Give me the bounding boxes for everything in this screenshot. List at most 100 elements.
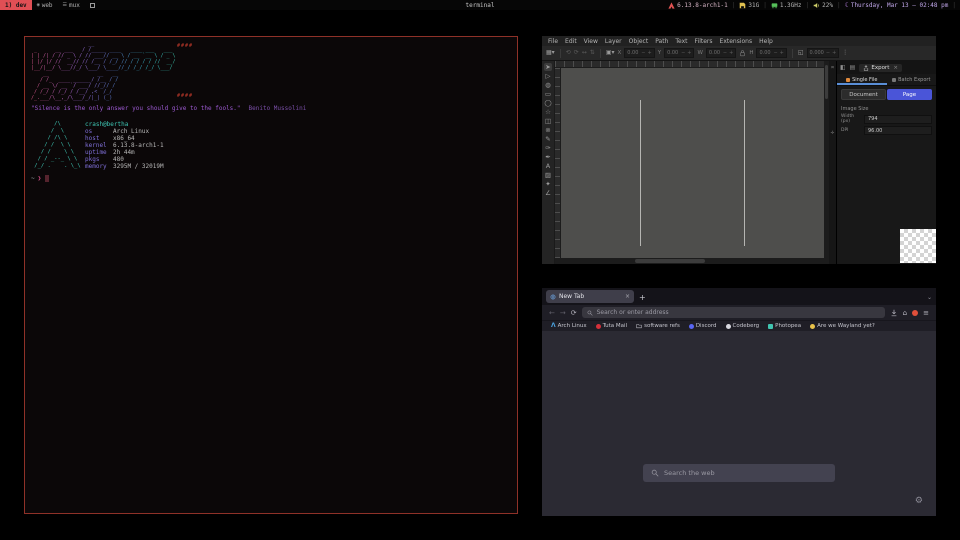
menu-item-edit[interactable]: Edit (565, 38, 577, 45)
shell-prompt[interactable]: ~ ❯ (31, 175, 49, 182)
scrollbar-thumb[interactable] (635, 259, 705, 263)
extra-field[interactable]: 0.000−+ (807, 48, 840, 58)
overflow-menu-icon[interactable]: ⋮ (842, 50, 848, 56)
workspace-scratchpad[interactable] (85, 0, 100, 10)
selector-tool[interactable]: ➤ (544, 63, 551, 71)
bookmark-discord[interactable]: Discord (689, 323, 717, 329)
menu-item-help[interactable]: Help (759, 38, 773, 45)
menu-item-file[interactable]: File (548, 38, 558, 45)
terminal-window[interactable]: __ _ __ ___ / /_____ ____ ____ ___ ___ |… (24, 36, 518, 514)
w-field[interactable]: 0.00−+ (706, 48, 736, 58)
tab-new-tab[interactable]: New Tab × (546, 290, 634, 303)
increment-button[interactable]: + (729, 50, 733, 56)
ellipse-tool[interactable]: ◯ (544, 99, 551, 107)
bookmark-codeberg[interactable]: Codeberg (726, 323, 760, 329)
star-tool[interactable]: ☆ (545, 108, 551, 116)
back-button[interactable]: ← (549, 309, 555, 317)
menu-item-view[interactable]: View (584, 38, 598, 45)
tab-single-file[interactable]: Single File (837, 74, 887, 85)
decrement-button[interactable]: − (641, 50, 645, 56)
export-dock-tab[interactable]: Export × (859, 64, 902, 72)
horizontal-scrollbar[interactable] (555, 258, 824, 264)
x-field[interactable]: 0.00−+ (624, 48, 654, 58)
text-tool[interactable]: A (546, 162, 550, 170)
dropper-tool[interactable]: ✦ (545, 180, 550, 188)
extension-icon[interactable] (912, 310, 918, 316)
menu-item-filters[interactable]: Filters (695, 38, 713, 45)
pen-tool[interactable]: ✑ (545, 144, 550, 152)
flip-horizontal-icon[interactable]: ↔ (582, 50, 587, 56)
snap-options-icon[interactable]: ✛ (831, 131, 835, 136)
separator: | (952, 2, 956, 9)
decrement-button[interactable]: − (723, 50, 727, 56)
bookmark-photopea[interactable]: Photopea (768, 323, 801, 329)
close-icon[interactable]: × (893, 65, 898, 71)
box-3d-tool[interactable]: ◫ (545, 117, 551, 125)
vertical-scrollbar[interactable] (824, 61, 829, 264)
status-modules: 6.13.8-arch1-1 | 31G | 1.3GHz | 22% | ☾ … (668, 2, 960, 9)
all-tabs-chevron-icon[interactable]: ⌄ (927, 294, 932, 301)
selection-mode-dropdown-icon[interactable]: ▦▾ (546, 50, 555, 56)
forward-button[interactable]: → (560, 309, 566, 317)
menu-item-text[interactable]: Text (675, 38, 687, 45)
rotate-ccw-icon[interactable]: ⟲ (566, 50, 571, 56)
bookmark-arch-linux[interactable]: ΛArch Linux (551, 323, 587, 329)
horizontal-ruler[interactable] (555, 61, 824, 68)
menu-icon[interactable]: ≡ (923, 309, 929, 317)
rectangle-tool[interactable]: ▭ (545, 90, 551, 98)
scrollbar-thumb[interactable] (825, 65, 828, 99)
menu-item-object[interactable]: Object (629, 38, 649, 45)
dpi-input[interactable]: 96.00 (864, 126, 932, 135)
document-button[interactable]: Document (841, 89, 886, 100)
layers-dock-icon[interactable]: ▤ (850, 64, 856, 71)
h-field[interactable]: 0.00−+ (756, 48, 786, 58)
rotate-cw-icon[interactable]: ⟳ (574, 50, 579, 56)
menubar: File Edit View Layer Object Path Text Fi… (542, 36, 936, 46)
node-editor-tool[interactable]: ▷ (546, 72, 551, 80)
clock-module: ☾ Thursday, Mar 13 — 02:48 pm (845, 2, 949, 9)
spiral-tool[interactable]: ⊚ (545, 126, 550, 134)
page-button[interactable]: Page (887, 89, 932, 100)
decrement-button[interactable]: − (681, 50, 685, 56)
calligraphy-tool[interactable]: ✒ (545, 153, 550, 161)
new-tab-button[interactable]: + (639, 293, 646, 302)
increment-button[interactable]: + (780, 50, 784, 56)
decrement-button[interactable]: − (773, 50, 777, 56)
pencil-tool[interactable]: ✎ (545, 135, 550, 143)
shape-builder-tool[interactable]: ◍ (545, 81, 551, 89)
web-search-input[interactable]: Search the web (643, 464, 835, 482)
h-value: 0.00 (759, 50, 771, 56)
width-input[interactable]: 794 (864, 115, 932, 124)
workspace-dev[interactable]: 1) dev (0, 0, 32, 10)
bookmark-are-we-wayland-yet[interactable]: Are we Wayland yet? (810, 323, 875, 329)
fetch-label: kernel (85, 142, 113, 149)
snap-icon[interactable]: ⌗ (831, 65, 834, 71)
home-icon[interactable]: ⌂ (903, 309, 907, 317)
increment-button[interactable]: + (687, 50, 691, 56)
workspace-mux[interactable]: ☰mux (58, 0, 85, 10)
fill-stroke-dock-icon[interactable]: ◧ (840, 64, 846, 71)
measure-tool[interactable]: ∠ (545, 189, 551, 197)
settings-gear-icon[interactable]: ⚙ (915, 497, 923, 506)
menu-item-extensions[interactable]: Extensions (720, 38, 753, 45)
bookmark-tuta-mail[interactable]: Tuta Mail (596, 323, 627, 329)
menu-item-layer[interactable]: Layer (605, 38, 622, 45)
tab-close-icon[interactable]: × (625, 293, 630, 300)
tab-batch-export[interactable]: Batch Export (887, 74, 937, 85)
reload-button[interactable]: ⟳ (571, 309, 577, 317)
increment-button[interactable]: + (832, 50, 836, 56)
increment-button[interactable]: + (647, 50, 651, 56)
decrement-button[interactable]: − (826, 50, 830, 56)
lock-ratio-icon[interactable] (739, 49, 746, 57)
address-bar[interactable]: Search or enter address (582, 307, 885, 318)
bbox-dropdown-icon[interactable]: ▣▾ (606, 50, 615, 56)
scale-corners-icon[interactable]: ◱ (798, 50, 804, 56)
workspace-web[interactable]: ◉web (32, 0, 58, 10)
drawing-canvas[interactable] (561, 68, 824, 258)
gradient-tool[interactable]: ▨ (545, 171, 551, 179)
menu-item-path[interactable]: Path (655, 38, 668, 45)
y-field[interactable]: 0.00−+ (664, 48, 694, 58)
bookmark-software-refs[interactable]: software refs (636, 323, 680, 329)
flip-vertical-icon[interactable]: ⇅ (590, 50, 595, 56)
download-icon[interactable] (890, 309, 898, 317)
